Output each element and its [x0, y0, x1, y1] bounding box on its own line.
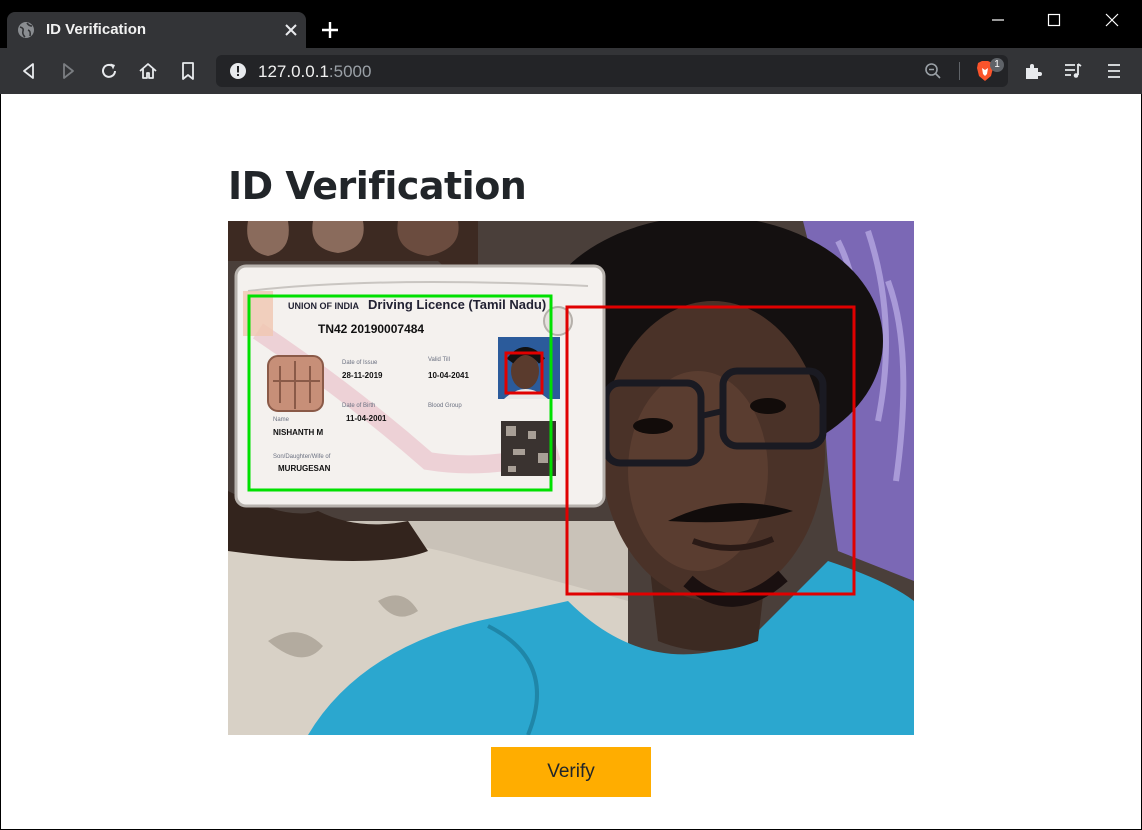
camera-frame: UNION OF INDIA Driving Licence (Tamil Na…	[228, 221, 914, 735]
browser-toolbar: 127.0.0.1:5000 1	[0, 48, 1142, 94]
date-of-birth: 11-04-2001	[346, 414, 387, 423]
card-number: TN42 20190007484	[318, 322, 424, 336]
close-tab-icon[interactable]	[283, 22, 299, 38]
svg-text:Date of Birth: Date of Birth	[342, 403, 375, 409]
media-playlist-icon[interactable]	[1062, 60, 1084, 82]
valid-till: 10-04-2041	[428, 371, 469, 380]
svg-text:UNION OF INDIA: UNION OF INDIA	[288, 301, 359, 311]
svg-text:Valid Till: Valid Till	[428, 357, 450, 363]
tab-title: ID Verification	[46, 21, 147, 38]
zoom-out-icon[interactable]	[924, 62, 942, 80]
back-icon[interactable]	[18, 60, 40, 82]
extensions-icon[interactable]	[1022, 60, 1044, 82]
url-text: 127.0.0.1:5000	[258, 62, 371, 82]
svg-text:Name: Name	[273, 417, 290, 423]
new-tab-icon[interactable]	[318, 18, 342, 42]
site-info-icon[interactable]	[229, 62, 247, 80]
svg-text:Blood Group: Blood Group	[428, 403, 462, 409]
svg-text:Date of Issue: Date of Issue	[342, 360, 378, 366]
holder-name: NISHANTH M	[273, 428, 324, 437]
shields-count-badge: 1	[990, 58, 1004, 72]
camera-feed: UNION OF INDIA Driving Licence (Tamil Na…	[228, 221, 914, 735]
relation-name: MURUGESAN	[278, 464, 331, 473]
page-title: ID Verification	[228, 164, 527, 208]
browser-titlebar: ID Verification	[0, 0, 1142, 48]
menu-icon[interactable]	[1103, 60, 1125, 82]
date-of-issue: 28-11-2019	[342, 371, 383, 380]
url-host: 127.0.0.1	[258, 62, 329, 81]
url-port: :5000	[328, 62, 372, 81]
page-viewport: ID Verification UNION OF INDIA Driving L…	[1, 94, 1141, 829]
maximize-icon[interactable]	[1042, 8, 1066, 32]
minimize-icon[interactable]	[986, 8, 1010, 32]
close-window-icon[interactable]	[1100, 8, 1124, 32]
address-bar[interactable]: 127.0.0.1:5000 1	[216, 55, 1008, 87]
home-icon[interactable]	[137, 60, 159, 82]
verify-button[interactable]: Verify	[491, 747, 651, 797]
browser-tab[interactable]: ID Verification	[7, 12, 306, 48]
forward-icon[interactable]	[57, 60, 79, 82]
svg-text:Son/Daughter/Wife of: Son/Daughter/Wife of	[273, 454, 331, 460]
bookmark-icon[interactable]	[177, 60, 199, 82]
address-separator	[959, 62, 960, 80]
svg-text:Driving Licence (Tamil Nadu): Driving Licence (Tamil Nadu)	[368, 297, 546, 312]
globe-icon	[18, 22, 34, 38]
reload-icon[interactable]	[98, 60, 120, 82]
